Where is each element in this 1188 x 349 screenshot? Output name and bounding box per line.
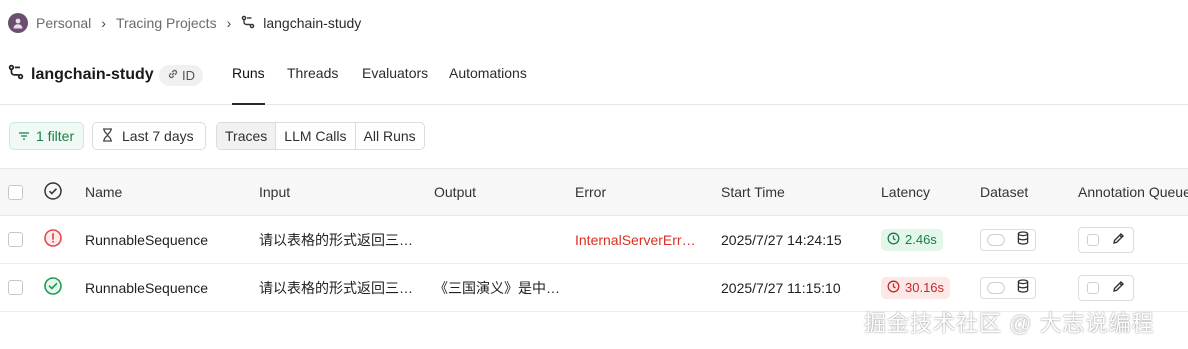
table-header: Name Input Output Error Start Time Laten… [0, 168, 1188, 216]
pencil-icon [1112, 280, 1125, 296]
annotation-checkbox[interactable] [1087, 281, 1099, 294]
run-error: InternalServerErr… [575, 231, 696, 248]
annotation-checkbox[interactable] [1087, 233, 1099, 246]
clock-icon [887, 232, 900, 248]
watermark: 掘金技术社区 @ 大志说编程 [864, 311, 1155, 336]
active-tab-indicator [232, 103, 265, 105]
tab-automations[interactable]: Automations [449, 65, 527, 105]
id-badge-label: ID [182, 68, 195, 83]
run-input: 请以表格的形式返回三… [259, 231, 413, 248]
dataset-cell [980, 216, 1036, 263]
select-all-cell [8, 169, 23, 215]
filter-label: 1 filter [36, 128, 75, 144]
run-start-time: 2025/7/27 11:15:10 [721, 279, 841, 296]
project-header: langchain-study ID Runs Threads Evaluato… [0, 52, 1188, 105]
latency-value: 2.46s [905, 232, 937, 247]
column-header-annotation-queue[interactable]: Annotation Queue [1078, 169, 1188, 215]
latency-value: 30.16s [905, 280, 945, 295]
runs-table: Name Input Output Error Start Time Laten… [0, 168, 1188, 312]
add-to-dataset-button[interactable] [980, 276, 1036, 299]
status-cell [43, 216, 63, 263]
dataset-toggle[interactable] [987, 233, 1005, 246]
breadcrumb-workspace[interactable]: Personal [36, 15, 91, 31]
add-to-dataset-button[interactable] [980, 228, 1036, 251]
column-header-error[interactable]: Error [575, 169, 606, 215]
row-checkbox[interactable] [8, 280, 23, 295]
status-cell [43, 264, 63, 311]
run-input: 请以表格的形式返回三… [259, 279, 413, 296]
copy-id-button[interactable]: ID [159, 65, 203, 86]
filter-icon [18, 128, 30, 144]
chevron-right-icon: › [226, 15, 232, 31]
view-mode-llm-calls[interactable]: LLM Calls [276, 123, 356, 149]
pencil-icon [1112, 232, 1125, 248]
project-title-text: langchain-study [31, 65, 154, 83]
tab-label: Automations [449, 65, 527, 81]
avatar[interactable] [8, 13, 28, 33]
run-output: 《三国演义》是中… [434, 279, 560, 296]
filter-button[interactable]: 1 filter [9, 122, 84, 150]
hourglass-icon [102, 127, 113, 145]
column-header-dataset[interactable]: Dataset [980, 169, 1028, 215]
time-range-button[interactable]: Last 7 days [92, 122, 206, 150]
latency-cell: 2.46s [881, 216, 943, 263]
breadcrumb-project[interactable]: langchain-study [263, 15, 361, 31]
link-icon [167, 68, 179, 83]
tab-label: Runs [232, 65, 265, 81]
error-status-icon [43, 228, 63, 251]
row-checkbox[interactable] [8, 232, 23, 247]
annotate-button[interactable] [1078, 274, 1134, 301]
project-icon [241, 15, 255, 32]
run-output [434, 216, 569, 263]
column-header-name[interactable]: Name [85, 169, 122, 215]
status-column-header [43, 169, 63, 215]
annotate-button[interactable] [1078, 226, 1134, 253]
tab-runs[interactable]: Runs [232, 65, 265, 105]
column-header-latency[interactable]: Latency [881, 169, 930, 215]
breadcrumb-tracing-projects[interactable]: Tracing Projects [116, 15, 217, 31]
latency-badge: 30.16s [881, 276, 951, 299]
row-select-cell [8, 264, 23, 311]
row-select-cell [8, 216, 23, 263]
latency-badge: 2.46s [881, 228, 943, 251]
tab-evaluators[interactable]: Evaluators [362, 65, 428, 105]
chevron-right-icon: › [101, 15, 106, 31]
tab-threads[interactable]: Threads [287, 65, 338, 105]
database-icon [1017, 231, 1029, 248]
select-all-checkbox[interactable] [8, 184, 23, 200]
breadcrumb: Personal › Tracing Projects › langchain-… [8, 12, 361, 34]
run-error [575, 264, 710, 311]
tab-label: Evaluators [362, 65, 429, 81]
column-header-start-time[interactable]: Start Time [721, 169, 785, 215]
page-title: langchain-study [8, 64, 154, 85]
database-icon [1017, 279, 1029, 296]
table-row[interactable]: RunnableSequence 请以表格的形式返回三… InternalSer… [0, 216, 1188, 264]
view-mode-traces[interactable]: Traces [217, 123, 277, 149]
run-start-time: 2025/7/27 14:24:15 [721, 231, 842, 248]
table-row[interactable]: RunnableSequence 请以表格的形式返回三… 《三国演义》是中… 2… [0, 264, 1188, 312]
column-header-input[interactable]: Input [259, 169, 290, 215]
column-header-output[interactable]: Output [434, 169, 476, 215]
run-name[interactable]: RunnableSequence [85, 264, 208, 311]
annotation-cell [1078, 216, 1134, 263]
time-range-label: Last 7 days [122, 128, 194, 144]
view-mode-toggle: Traces LLM Calls All Runs [216, 122, 425, 150]
run-name[interactable]: RunnableSequence [85, 216, 208, 263]
project-icon [8, 64, 24, 85]
check-circle-icon [43, 181, 63, 204]
annotation-cell [1078, 264, 1134, 311]
tab-label: Threads [287, 65, 339, 81]
clock-icon [887, 280, 900, 296]
latency-cell: 30.16s [881, 264, 951, 311]
dataset-cell [980, 264, 1036, 311]
success-status-icon [43, 276, 63, 299]
dataset-toggle[interactable] [987, 281, 1005, 294]
view-mode-all-runs[interactable]: All Runs [356, 123, 424, 149]
